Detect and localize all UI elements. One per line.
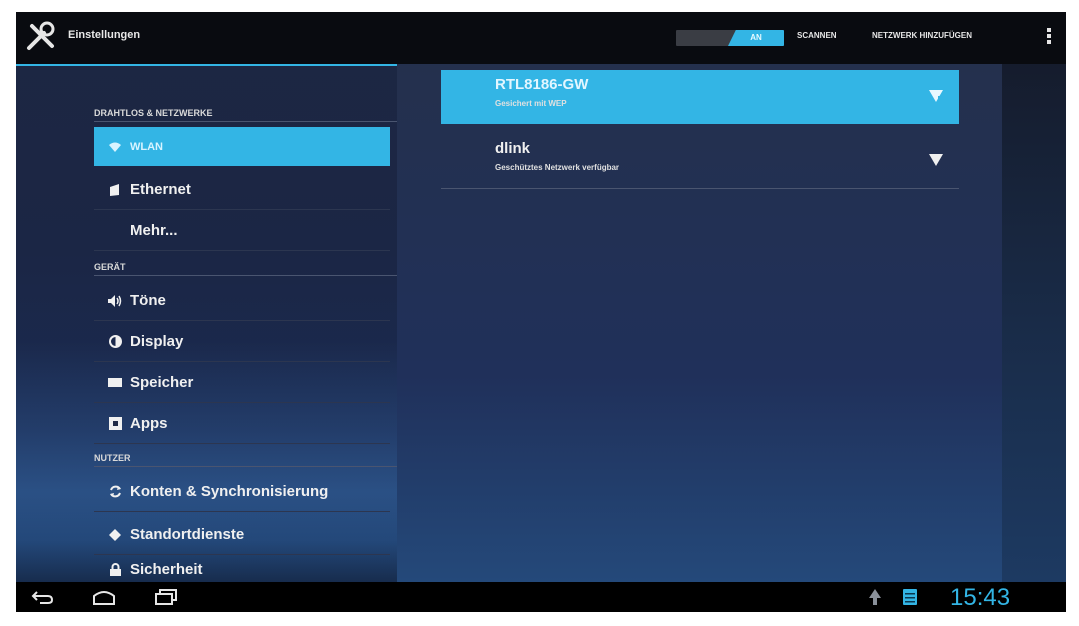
sync-icon (108, 485, 122, 499)
sidebar-item-label: Speicher (130, 374, 194, 391)
speaker-icon (108, 294, 122, 308)
network-status: Gesichert mit WEP (495, 99, 567, 108)
back-icon[interactable] (30, 588, 54, 606)
sidebar-item-sounds[interactable]: Töne (94, 281, 390, 321)
network-ssid: dlink (495, 140, 531, 157)
apps-icon (108, 417, 122, 431)
battery-icon (903, 589, 917, 605)
sidebar-item-display[interactable]: Display (94, 322, 390, 362)
section-header-device: GERÄT (94, 262, 398, 276)
lock-icon (108, 562, 122, 576)
tablet-screen: Einstellungen AN SCANNEN NETZWERK HINZUF… (16, 12, 1066, 612)
ethernet-icon (108, 183, 122, 197)
sidebar-item-label: Konten & Synchronisierung (130, 483, 329, 500)
section-header-user: NUTZER (94, 453, 398, 467)
wifi-signal-locked-icon (929, 90, 943, 102)
wifi-icon (108, 140, 122, 154)
settings-sidebar: DRAHTLOS & NETZWERKE WLAN Ethernet Mehr.… (94, 64, 398, 582)
wifi-network-list: RTL8186-GW Gesichert mit WEP dlink Gesch… (397, 64, 1002, 582)
sidebar-item-location[interactable]: Standortdienste (94, 515, 390, 555)
settings-tools-icon[interactable] (24, 20, 58, 54)
pane-edge (1002, 64, 1066, 582)
sidebar-item-label: WLAN (130, 140, 163, 153)
sidebar-item-apps[interactable]: Apps (94, 404, 390, 444)
network-status: Geschütztes Netzwerk verfügbar (495, 163, 620, 172)
wifi-toggle-on-label: AN (728, 30, 784, 46)
sidebar-item-label: Mehr... (130, 222, 178, 239)
network-item-dlink[interactable]: dlink Geschütztes Netzwerk verfügbar (441, 134, 959, 189)
section-header-wireless: DRAHTLOS & NETZWERKE (94, 108, 398, 122)
sidebar-item-ethernet[interactable]: Ethernet (94, 170, 390, 210)
sidebar-item-label: Apps (130, 415, 168, 432)
sidebar-item-label: Töne (130, 292, 166, 309)
blank-icon (108, 224, 122, 238)
recent-apps-icon[interactable] (154, 588, 178, 606)
network-ssid: RTL8186-GW (495, 76, 589, 93)
sidebar-item-more[interactable]: Mehr... (94, 211, 390, 251)
wifi-signal-icon (929, 154, 943, 166)
brightness-icon (108, 335, 122, 349)
storage-icon (108, 376, 122, 390)
sidebar-item-label: Standortdienste (130, 526, 245, 543)
app-title: Einstellungen (68, 29, 141, 41)
action-bar: Einstellungen AN SCANNEN NETZWERK HINZUF… (16, 12, 1066, 66)
network-item-rtl8186[interactable]: RTL8186-GW Gesichert mit WEP (441, 70, 959, 124)
sidebar-item-security[interactable]: Sicherheit (94, 556, 390, 582)
overflow-menu-icon[interactable] (1044, 26, 1054, 50)
sidebar-item-label: Display (130, 333, 184, 350)
add-network-button[interactable]: NETZWERK HINZUFÜGEN (872, 31, 972, 40)
clock: 15:43 (950, 584, 1011, 611)
home-icon[interactable] (92, 588, 116, 606)
scan-button[interactable]: SCANNEN (797, 31, 837, 40)
sidebar-item-storage[interactable]: Speicher (94, 363, 390, 403)
sidebar-item-label: Ethernet (130, 181, 191, 198)
sidebar-item-accounts[interactable]: Konten & Synchronisierung (94, 472, 390, 512)
sidebar-item-wlan[interactable]: WLAN (94, 127, 390, 166)
wifi-toggle[interactable]: AN (676, 30, 784, 46)
notification-icon[interactable] (868, 588, 882, 606)
location-icon (108, 528, 122, 542)
sidebar-item-label: Sicherheit (130, 560, 203, 578)
system-nav-bar: 15:43 (16, 582, 1066, 612)
